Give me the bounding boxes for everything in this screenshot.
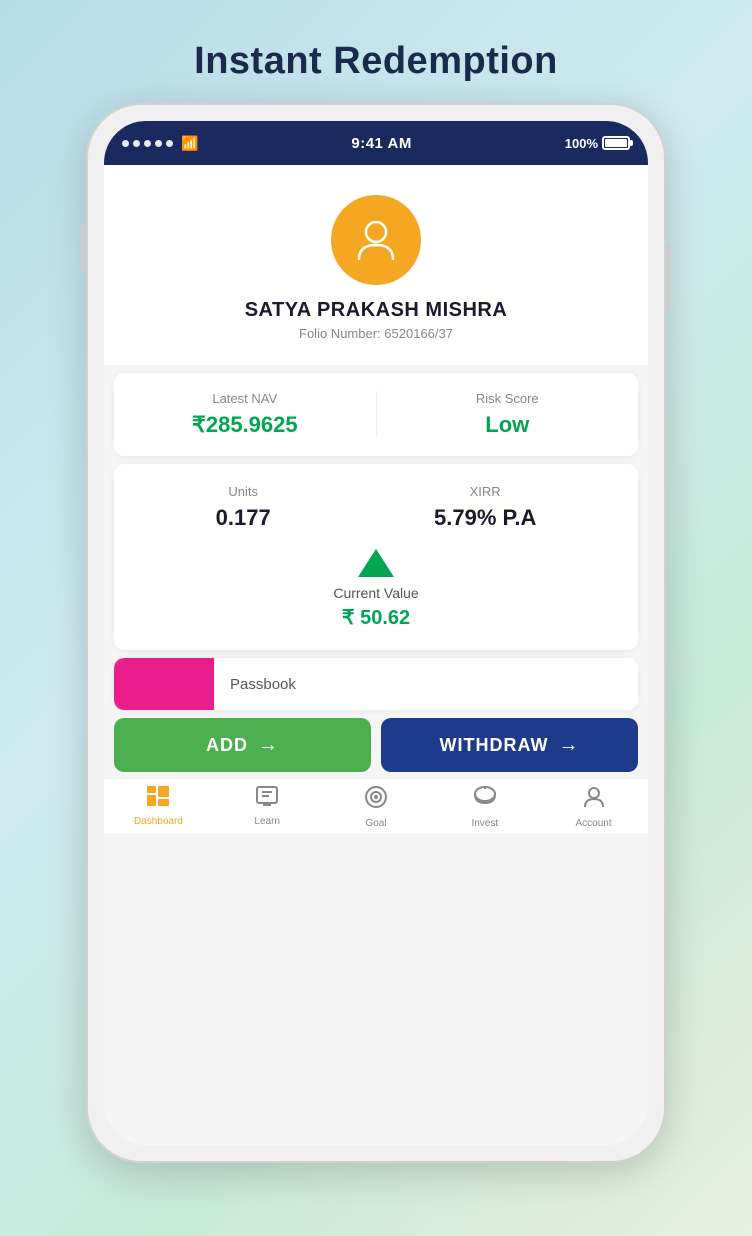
add-arrow-icon: → [258,734,279,757]
stats-card: Latest NAV ₹285.9625 Risk Score Low [114,373,638,456]
goal-icon [364,785,388,815]
avatar-icon [351,215,401,265]
account-label: Account [576,818,612,829]
bottom-nav: Dashboard Learn [104,778,648,833]
nav-item-learn[interactable]: Learn [213,785,322,829]
signal-dot-5 [166,140,173,147]
signal-dot-4 [155,140,162,147]
avatar [331,195,421,285]
risk-value: Low [485,412,529,438]
signal-dot-3 [144,140,151,147]
units-label: Units [228,484,258,499]
user-name: SATYA PRAKASH MISHRA [245,299,508,322]
units-cell: Units 0.177 [216,484,271,531]
content-area: SATYA PRAKASH MISHRA Folio Number: 65201… [104,165,648,1145]
nav-item-account[interactable]: Account [539,785,648,829]
action-buttons: ADD → WITHDRAW → [104,718,648,772]
invest-icon [472,785,498,815]
phone-screen: 📶 9:41 AM 100% SATYA PRAKASH M [104,121,648,1145]
battery-percent: 100% [565,136,598,151]
nav-item-invest[interactable]: Invest [430,785,539,829]
account-icon [582,785,606,815]
nav-label: Latest NAV [212,391,277,406]
side-button-right [667,243,671,313]
status-time: 9:41 AM [351,135,411,152]
passbook-tab [114,658,214,710]
add-button[interactable]: ADD → [114,718,371,772]
battery-area: 100% [565,136,630,151]
nav-item-dashboard[interactable]: Dashboard [104,785,213,829]
xirr-label: XIRR [470,484,501,499]
passbook-strip[interactable]: Passbook [114,658,638,710]
wifi-icon: 📶 [181,135,198,152]
page-title: Instant Redemption [194,40,558,83]
xirr-cell: XIRR 5.79% P.A [434,484,536,531]
withdraw-arrow-icon: → [558,734,579,757]
battery-fill [605,139,627,147]
withdraw-label: WITHDRAW [440,735,549,756]
nav-item-goal[interactable]: Goal [322,785,431,829]
signal-dot-2 [133,140,140,147]
signal-dot-1 [122,140,129,147]
phone-frame: 📶 9:41 AM 100% SATYA PRAKASH M [86,103,666,1163]
side-button-left [81,223,85,273]
dashboard-label: Dashboard [134,816,183,827]
current-value-amount: ₹ 50.62 [342,605,410,630]
dashboard-icon [146,785,170,813]
units-value: 0.177 [216,505,271,531]
learn-label: Learn [254,816,280,827]
passbook-label: Passbook [214,676,312,693]
nav-value: ₹285.9625 [192,412,298,438]
battery-icon [602,136,630,150]
current-value-label: Current Value [333,585,418,601]
risk-cell: Risk Score Low [377,391,639,438]
xirr-value: 5.79% P.A [434,505,536,531]
add-label: ADD [206,735,248,756]
learn-icon [255,785,279,813]
units-card: Units 0.177 XIRR 5.79% P.A Current Value… [114,464,638,650]
goal-label: Goal [365,818,386,829]
folio-number: Folio Number: 6520166/37 [299,326,453,341]
triangle-up-icon [358,549,394,577]
invest-label: Invest [471,818,498,829]
current-value-section: Current Value ₹ 50.62 [134,549,618,630]
units-row: Units 0.177 XIRR 5.79% P.A [134,484,618,531]
nav-cell: Latest NAV ₹285.9625 [114,391,377,438]
risk-label: Risk Score [476,391,539,406]
status-bar: 📶 9:41 AM 100% [104,121,648,165]
profile-card: SATYA PRAKASH MISHRA Folio Number: 65201… [104,165,648,365]
signal-area: 📶 [122,135,198,152]
withdraw-button[interactable]: WITHDRAW → [381,718,638,772]
